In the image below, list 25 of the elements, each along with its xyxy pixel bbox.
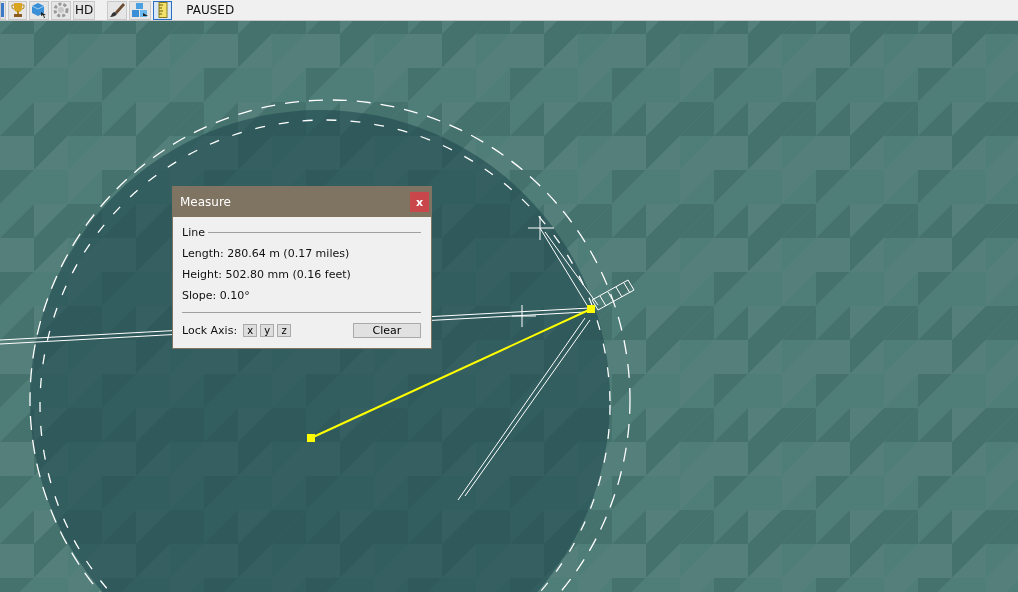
close-button[interactable]: x: [410, 192, 429, 212]
status-text: PAUSED: [186, 3, 235, 17]
measurement-text: Slope: 0.10°: [182, 289, 251, 302]
cube-icon: [31, 2, 47, 18]
cubes-icon: [131, 2, 150, 18]
hd-button[interactable]: HD: [73, 0, 96, 20]
edge-button[interactable]: [0, 0, 6, 20]
trophy-icon: [10, 2, 25, 18]
brush-button[interactable]: [107, 0, 128, 20]
ruler-icon: [157, 2, 168, 18]
cube-button[interactable]: [29, 0, 49, 20]
section-label: Line: [182, 226, 205, 239]
measurement-text: Length: 280.64 m (0.17 miles): [182, 247, 351, 260]
clear-button[interactable]: Clear: [353, 323, 421, 338]
axis-toggle[interactable]: y: [260, 324, 275, 337]
measurement-text: Height: 502.80 mm (0.16 feet): [182, 268, 352, 281]
toolbar-icon: [1, 3, 5, 17]
gear-icon: [53, 2, 69, 18]
dialog-title: Measure: [180, 195, 231, 209]
lock-axis-label: Lock Axis:: [182, 324, 238, 337]
ruler-button[interactable]: [153, 0, 173, 20]
trophy-button[interactable]: [8, 0, 27, 20]
axis-toggle[interactable]: x: [243, 324, 258, 337]
axis-toggle[interactable]: z: [277, 324, 292, 337]
brush-icon: [109, 2, 126, 18]
